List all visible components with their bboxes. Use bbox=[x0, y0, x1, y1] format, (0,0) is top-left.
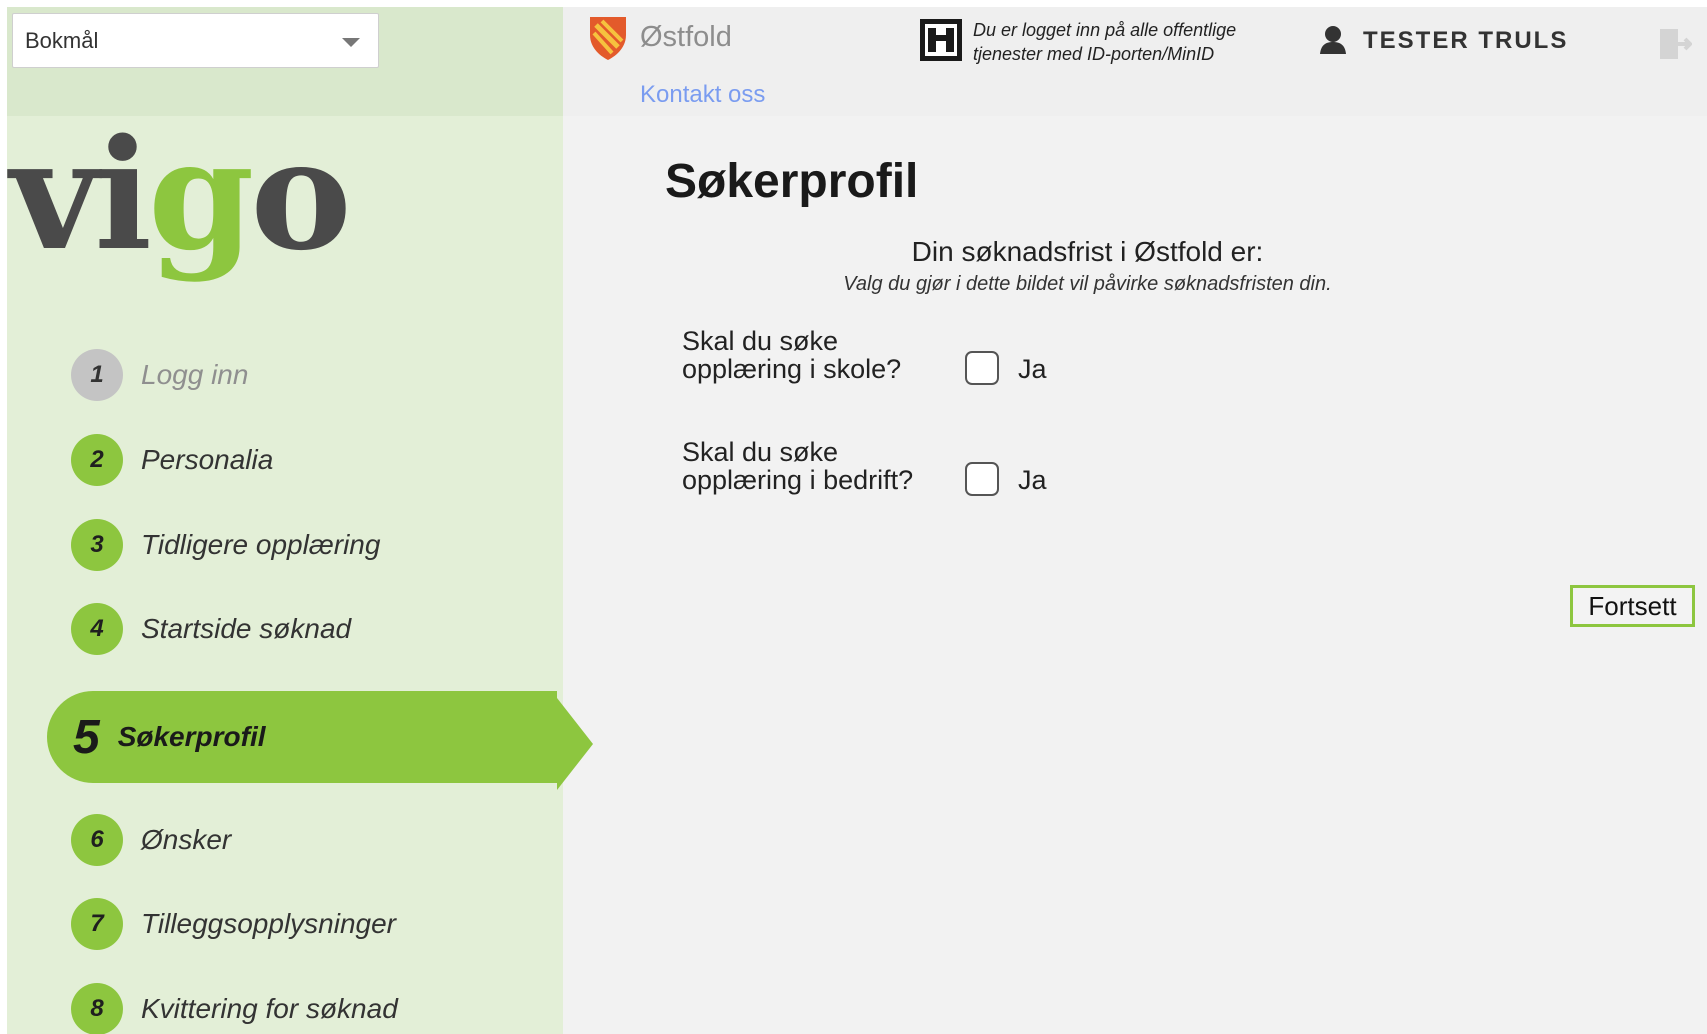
step-tilleggsopplysninger[interactable]: 7 Tilleggsopplysninger bbox=[71, 897, 396, 951]
active-step-arrow bbox=[557, 698, 593, 790]
step-number: 6 bbox=[71, 814, 123, 866]
step-label: Kvittering for søknad bbox=[141, 993, 398, 1024]
step-label: Personalia bbox=[141, 444, 274, 475]
step-label: Ønsker bbox=[141, 824, 232, 855]
step-logg-inn[interactable]: 1 Logg inn bbox=[71, 348, 248, 402]
step-label: Logg inn bbox=[141, 359, 249, 390]
step-onsker[interactable]: 6 Ønsker bbox=[71, 813, 231, 867]
question-company: Skal du søke opplæring i bedrift? bbox=[682, 437, 914, 495]
company-option-label: Ja bbox=[1018, 465, 1047, 495]
step-number: 5 bbox=[73, 710, 100, 764]
company-checkbox[interactable] bbox=[965, 462, 999, 496]
login-info-text: Du er logget inn på alle offentlige tjen… bbox=[973, 20, 1237, 64]
top-header: Østfold Kontakt oss Du er logget inn på … bbox=[563, 7, 1707, 116]
shield-icon bbox=[588, 15, 628, 66]
id-porten-icon bbox=[919, 18, 963, 67]
step-personalia[interactable]: 2 Personalia bbox=[71, 433, 273, 487]
main-content: Søkerprofil Din søknadsfrist i Østfold e… bbox=[563, 116, 1707, 1034]
step-number: 4 bbox=[71, 603, 123, 655]
step-number: 7 bbox=[71, 898, 123, 950]
step-number: 1 bbox=[71, 349, 123, 401]
user-icon bbox=[1318, 25, 1348, 60]
step-label: Tilleggsopplysninger bbox=[141, 908, 397, 939]
step-number: 8 bbox=[71, 983, 123, 1034]
deadline-note: Valg du gjør i dette bildet vil påvirke … bbox=[843, 273, 1332, 295]
question-school: Skal du søke opplæring i skole? bbox=[682, 326, 902, 384]
contact-link[interactable]: Kontakt oss bbox=[640, 81, 765, 109]
step-number: 2 bbox=[71, 434, 123, 486]
continue-button[interactable]: Fortsett bbox=[1570, 585, 1695, 627]
sidebar: Bokmål vigo 1 Logg inn 2 Personalia 3 Ti… bbox=[7, 7, 563, 1034]
page-title: Søkerprofil bbox=[665, 155, 919, 208]
step-navigation: 1 Logg inn 2 Personalia 3 Tidligere oppl… bbox=[7, 7, 563, 1034]
school-option-label: Ja bbox=[1018, 354, 1047, 384]
logout-icon[interactable] bbox=[1658, 27, 1693, 66]
step-label: Tidligere opplæring bbox=[141, 529, 381, 560]
step-number: 3 bbox=[71, 519, 123, 571]
deadline-text: Din søknadsfrist i Østfold er: bbox=[911, 236, 1264, 267]
step-sokerprofil-active[interactable]: 5 Søkerprofil bbox=[47, 691, 557, 783]
step-startside-soknad[interactable]: 4 Startside søknad bbox=[71, 602, 351, 656]
step-tidligere-opplaering[interactable]: 3 Tidligere opplæring bbox=[71, 518, 380, 572]
username: TESTER TRULS bbox=[1363, 27, 1569, 54]
county-name: Østfold bbox=[640, 21, 732, 53]
step-kvittering[interactable]: 8 Kvittering for søknad bbox=[71, 982, 398, 1034]
step-label: Startside søknad bbox=[141, 613, 352, 644]
school-checkbox[interactable] bbox=[965, 351, 999, 385]
step-label: Søkerprofil bbox=[117, 721, 266, 752]
